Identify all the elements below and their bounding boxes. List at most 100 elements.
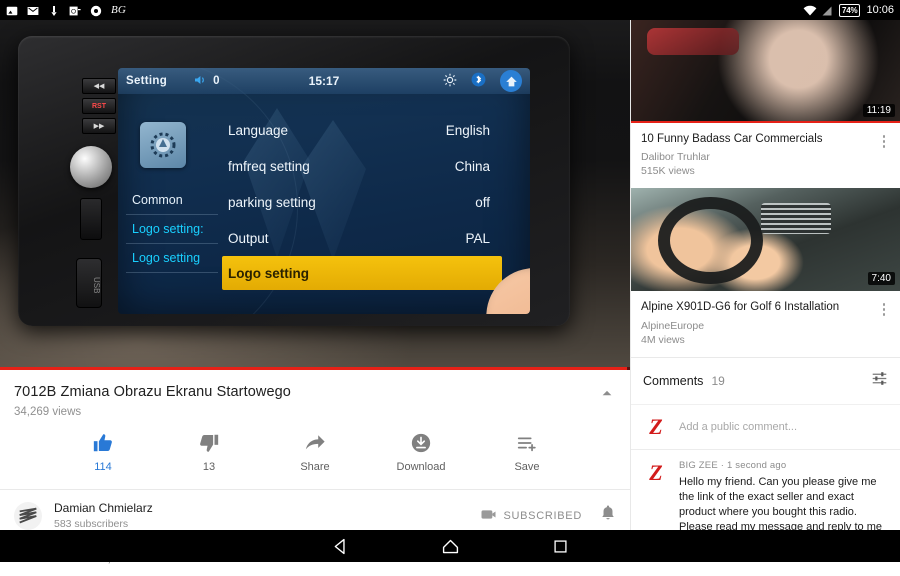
comment-avatar: Z [649,459,663,485]
video-thumbnail[interactable]: 7:40 [631,188,900,292]
more-options-icon[interactable] [877,300,891,345]
android-status-bar: O BG 74% 10:06 [0,0,900,20]
video-column: ◀◀ RST ▶▶ USB Setting 0 15:17 Common Log… [0,20,630,565]
stereo-clock: 15:17 [308,74,340,88]
suggested-video-text: Alpine X901D-G6 for Golf 6 Installation … [641,300,877,345]
setting-value: PAL [465,230,490,246]
tf-card-slot [80,198,102,240]
video-duration: 11:19 [862,104,895,117]
content-area: ◀◀ RST ▶▶ USB Setting 0 15:17 Common Log… [0,20,900,565]
stereo-side-item-0[interactable]: Common [126,186,218,215]
back-icon[interactable] [327,533,353,559]
comment-body: BIG ZEE · 1 second ago Hello my friend. … [679,460,888,530]
add-comment-input[interactable]: Add a public comment... [679,421,797,433]
settings-gear-icon [140,122,186,168]
brightness-icon [443,73,457,90]
channel-text: Damian Chmielarz 583 subscribers [54,501,153,530]
recents-icon[interactable] [547,533,573,559]
setting-key: Logo setting [228,265,309,281]
setting-value: off [475,194,490,210]
chevron-up-icon[interactable] [598,384,616,402]
status-text-label: BG [111,4,127,16]
signal-icon [821,4,833,16]
suggested-video-item[interactable]: 11:19 10 Funny Badass Car Commercials Da… [631,20,900,188]
video-player[interactable]: ◀◀ RST ▶▶ USB Setting 0 15:17 Common Log… [0,20,630,370]
setting-key: fmfreq setting [228,158,310,174]
office-icon: O [69,4,81,16]
volume-knob [70,146,112,188]
more-options-icon[interactable] [877,132,891,177]
like-count: 114 [94,461,112,473]
share-button[interactable]: Share [284,432,346,473]
setting-value: China [454,158,490,174]
dislike-button[interactable]: 13 [178,432,240,473]
channel-name: Damian Chmielarz [54,501,153,515]
suggested-video-title: Alpine X901D-G6 for Golf 6 Installation [641,301,840,314]
setting-row-language[interactable]: Language English [222,112,524,148]
user-avatar: Z [649,413,663,439]
save-label: Save [514,461,540,473]
next-track-button: ▶▶ [82,118,116,134]
subscribed-label: SUBSCRIBED [503,509,582,522]
save-button[interactable]: Save [496,432,558,473]
speaker-icon [193,74,209,89]
setting-key: Output [228,230,269,246]
head-unit-buttons: ◀◀ RST ▶▶ [82,78,116,138]
reset-button: RST [82,98,116,114]
video-title: 7012B Zmiana Obrazu Ekranu Startowego [14,384,291,400]
video-action-bar: 114 13 Share Download Save [14,432,616,483]
comments-header[interactable]: Comments 19 [631,356,900,404]
share-label: Share [300,461,330,473]
suggested-video-channel: Dalibor Truhlar [641,151,710,164]
screenshot-icon [6,4,18,16]
battery-indicator: 74% [839,3,861,17]
wifi-icon [803,4,817,16]
comment-meta: BIG ZEE · 1 second ago [679,460,888,471]
channel-subscribers: 583 subscribers [54,518,129,530]
suggested-video-item[interactable]: 7:40 Alpine X901D-G6 for Golf 6 Installa… [631,188,900,356]
download-button[interactable]: Download [390,432,452,473]
stereo-settings-rows: Language English fmfreq setting China pa… [222,112,524,290]
setting-row-fmfreq[interactable]: fmfreq setting China [222,148,524,184]
suggested-video-views: 515K views [641,165,695,178]
suggested-video-info: 10 Funny Badass Car Commercials Dalibor … [631,123,900,188]
dislike-count: 13 [202,461,216,473]
stereo-side-menu: Common Logo setting: Logo setting [126,186,218,273]
sort-comments-icon[interactable] [871,370,888,392]
email-icon [27,4,39,16]
comments-heading: Comments [643,373,704,388]
home-icon[interactable] [437,533,463,559]
video-thumbnail[interactable]: 11:19 [631,20,900,123]
prev-track-button: ◀◀ [82,78,116,94]
setting-row-parking[interactable]: parking setting off [222,184,524,220]
stereo-side-item-2[interactable]: Logo setting [126,244,218,273]
subscribe-button[interactable]: SUBSCRIBED [481,509,582,523]
suggested-video-info: Alpine X901D-G6 for Golf 6 Installation … [631,291,900,356]
comments-count: 19 [711,373,725,388]
stereo-screen-title: Setting [126,75,168,87]
subscribed-icon [481,509,496,523]
stereo-volume: 0 [193,74,219,89]
setting-row-logo-setting[interactable]: Logo setting [222,256,502,290]
youtube-app-screen: O BG 74% 10:06 ◀◀ RST ▶▶ USB Setting 0 1… [0,0,900,565]
status-notification-icons: O BG [6,4,127,17]
add-comment-row[interactable]: Z Add a public comment... [631,403,900,449]
status-clock: 10:06 [866,4,894,16]
video-meta: 7012B Zmiana Obrazu Ekranu Startowego 34… [0,370,630,489]
like-button[interactable]: 114 [72,432,134,473]
usb-icon [48,4,60,16]
channel-avatar [14,501,42,530]
watched-progress-bar [631,120,900,123]
setting-key: parking setting [228,194,316,210]
setting-row-output[interactable]: Output PAL [222,220,524,256]
stereo-volume-value: 0 [213,75,220,87]
stereo-side-item-1[interactable]: Logo setting: [126,215,218,244]
setting-value: English [445,122,490,138]
channel-actions: SUBSCRIBED [481,504,616,527]
home-icon [500,70,522,92]
suggested-video-title: 10 Funny Badass Car Commercials [641,133,823,145]
status-system-icons: 74% 10:06 [803,3,894,17]
suggested-video-views: 4M views [641,333,685,346]
notification-bell-icon[interactable] [600,504,616,527]
download-label: Download [396,461,446,473]
